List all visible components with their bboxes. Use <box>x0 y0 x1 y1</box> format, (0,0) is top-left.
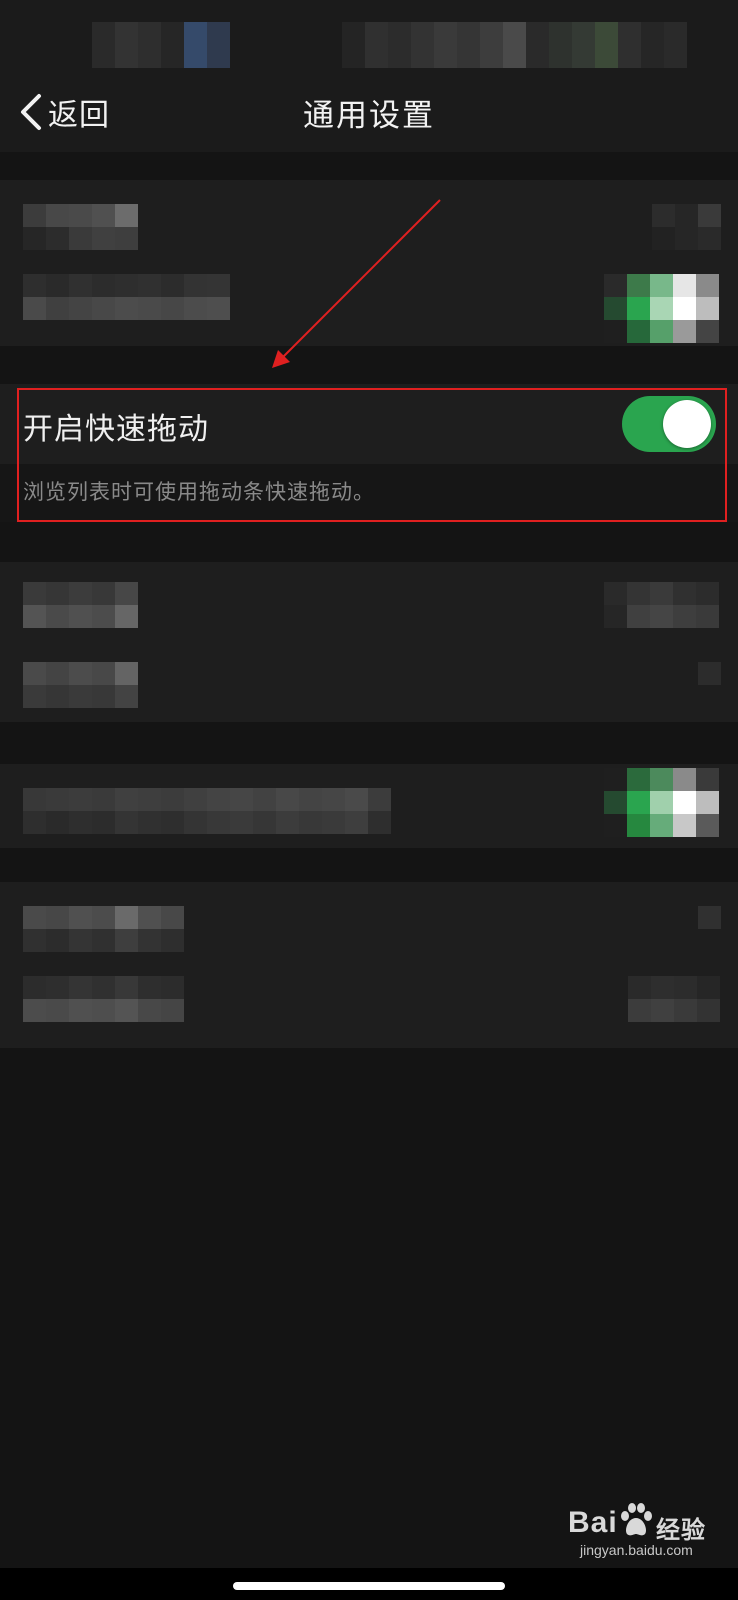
empty-area <box>0 1048 738 1568</box>
settings-group-4 <box>0 882 738 1048</box>
blurred-setting-value <box>628 976 720 1022</box>
section-gap <box>0 722 738 764</box>
blurred-setting-label <box>23 976 184 1022</box>
watermark-text-2: 经验 <box>656 1517 706 1544</box>
blurred-toggle <box>604 768 719 837</box>
blurred-chevron <box>698 906 721 929</box>
blurred-setting-label <box>23 662 138 708</box>
annotation-arrow <box>272 199 441 368</box>
section-gap <box>0 848 738 882</box>
blurred-setting-label <box>23 788 391 834</box>
baidu-paw-icon <box>621 1503 652 1536</box>
settings-group-3 <box>0 764 738 848</box>
home-indicator[interactable] <box>233 1582 505 1590</box>
watermark-url: jingyan.baidu.com <box>580 1542 693 1558</box>
baidu-watermark: Bai 经验 jingyan.baidu.com <box>568 1500 718 1558</box>
blurred-chevron <box>698 662 721 685</box>
watermark-text: Bai <box>568 1506 618 1539</box>
blurred-setting-label <box>23 906 184 952</box>
